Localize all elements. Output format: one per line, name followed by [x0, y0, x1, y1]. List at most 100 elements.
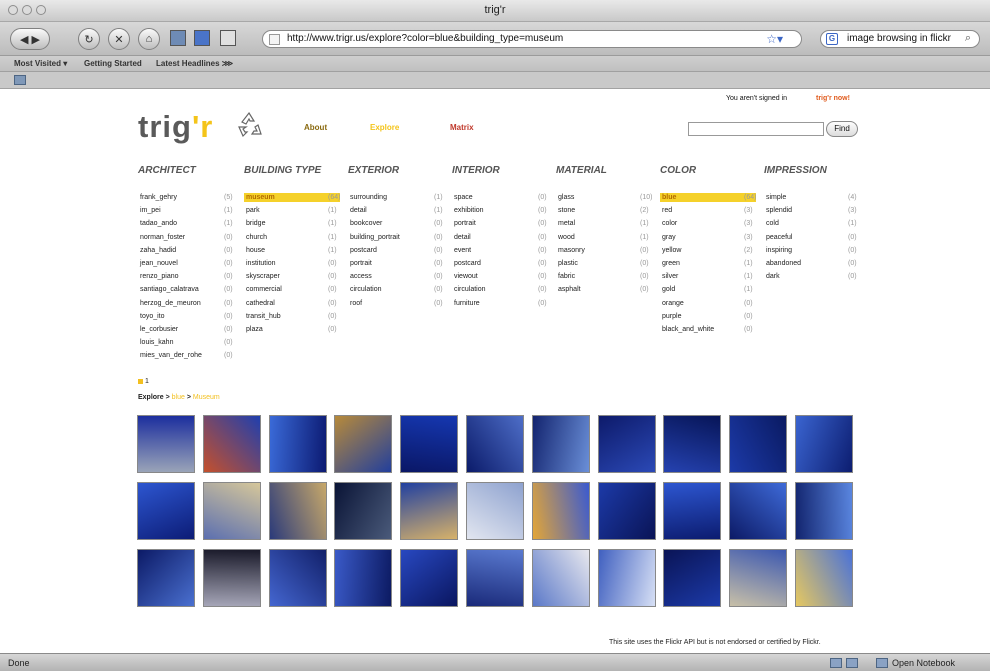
- photo-thumbnail[interactable]: [400, 415, 459, 473]
- facet-item[interactable]: cold (1): [764, 218, 862, 230]
- photo-thumbnail[interactable]: [202, 415, 261, 473]
- breadcrumb-type[interactable]: Museum: [193, 394, 220, 401]
- google-icon[interactable]: G: [826, 33, 838, 45]
- facet-item[interactable]: glass (10): [556, 192, 654, 204]
- find-input[interactable]: [688, 122, 824, 136]
- facet-item[interactable]: gray (3): [660, 232, 758, 244]
- photo-thumbnail[interactable]: [268, 549, 327, 607]
- photo-thumbnail[interactable]: [597, 482, 656, 540]
- facet-item[interactable]: abandoned (0): [764, 258, 862, 270]
- facet-item[interactable]: herzog_de_meuron (0): [138, 298, 238, 310]
- facet-item[interactable]: peaceful (0): [764, 232, 862, 244]
- facet-item[interactable]: cathedral (0): [244, 298, 342, 310]
- facet-item[interactable]: tadao_ando (1): [138, 218, 238, 230]
- status-addon-icon[interactable]: [830, 658, 842, 668]
- photo-thumbnail[interactable]: [466, 415, 524, 473]
- facet-item[interactable]: masonry (0): [556, 245, 654, 257]
- photo-thumbnail[interactable]: [531, 482, 590, 540]
- facet-item[interactable]: circulation (0): [348, 284, 448, 296]
- photo-thumbnail[interactable]: [334, 415, 393, 473]
- facet-item[interactable]: detail (0): [452, 232, 552, 244]
- facet-item[interactable]: frank_gehry (5): [138, 192, 238, 204]
- facet-item[interactable]: postcard (0): [452, 258, 552, 270]
- nav-matrix[interactable]: Matrix: [450, 123, 474, 132]
- photo-thumbnail[interactable]: [334, 549, 393, 607]
- breadcrumb-root[interactable]: Explore >: [138, 394, 172, 401]
- photo-thumbnail[interactable]: [729, 482, 788, 540]
- photo-thumbnail[interactable]: [531, 415, 590, 473]
- addon-icon[interactable]: [194, 30, 210, 46]
- tab-icon[interactable]: [14, 75, 26, 85]
- facet-item[interactable]: gold (1): [660, 284, 758, 296]
- facet-item[interactable]: orange (0): [660, 298, 758, 310]
- facet-item[interactable]: norman_foster (0): [138, 232, 238, 244]
- nav-explore[interactable]: Explore: [370, 123, 399, 132]
- facet-item[interactable]: portrait (0): [348, 258, 448, 270]
- facet-item[interactable]: splendid (3): [764, 205, 862, 217]
- search-field[interactable]: G image browsing in flickr ⌕: [820, 30, 980, 48]
- facet-item[interactable]: circulation (0): [452, 284, 552, 296]
- notebook-icon[interactable]: [876, 658, 888, 668]
- facet-item[interactable]: skyscraper (0): [244, 271, 342, 283]
- facet-item[interactable]: fabric (0): [556, 271, 654, 283]
- facet-item[interactable]: access (0): [348, 271, 448, 283]
- photo-thumbnail[interactable]: [202, 482, 261, 540]
- facet-item[interactable]: color (3): [660, 218, 758, 230]
- photo-thumbnail[interactable]: [795, 549, 853, 607]
- facet-item[interactable]: black_and_white (0): [660, 324, 758, 336]
- find-button[interactable]: Find: [826, 121, 858, 137]
- facet-item[interactable]: renzo_piano (0): [138, 271, 238, 283]
- facet-item[interactable]: wood (1): [556, 232, 654, 244]
- search-icon[interactable]: ⌕: [965, 32, 971, 45]
- back-forward-button[interactable]: ◀ ▶: [10, 28, 50, 50]
- stop-button[interactable]: ✕: [108, 28, 130, 50]
- photo-thumbnail[interactable]: [334, 482, 393, 540]
- facet-item[interactable]: commercial (0): [244, 284, 342, 296]
- nav-about[interactable]: About: [304, 123, 327, 132]
- facet-item[interactable]: transit_hub (0): [244, 311, 342, 323]
- bookmark-star-icon[interactable]: ☆▾: [766, 32, 783, 46]
- facet-item[interactable]: space (0): [452, 192, 552, 204]
- facet-item[interactable]: santiago_calatrava (0): [138, 284, 238, 296]
- photo-thumbnail[interactable]: [466, 482, 524, 540]
- facet-item[interactable]: simple (4): [764, 192, 862, 204]
- facet-item[interactable]: church (1): [244, 232, 342, 244]
- print-icon[interactable]: [220, 30, 236, 46]
- bookmark-most-visited[interactable]: Most Visited ▾: [14, 59, 67, 68]
- photo-thumbnail[interactable]: [466, 549, 524, 607]
- facet-item[interactable]: museum (64): [244, 192, 342, 204]
- home-button[interactable]: ⌂: [138, 28, 160, 50]
- facet-item[interactable]: inspiring (0): [764, 245, 862, 257]
- site-logo[interactable]: trig'r: [138, 109, 213, 145]
- photo-thumbnail[interactable]: [597, 549, 656, 607]
- reload-button[interactable]: ↻: [78, 28, 100, 50]
- facet-item[interactable]: surrounding (1): [348, 192, 448, 204]
- photo-thumbnail[interactable]: [137, 549, 195, 607]
- facet-item[interactable]: institution (0): [244, 258, 342, 270]
- facet-item[interactable]: silver (1): [660, 271, 758, 283]
- photo-thumbnail[interactable]: [795, 415, 853, 473]
- facet-item[interactable]: park (1): [244, 205, 342, 217]
- facet-item[interactable]: louis_kahn (0): [138, 337, 238, 349]
- addon-icon[interactable]: [170, 30, 186, 46]
- photo-thumbnail[interactable]: [663, 549, 722, 607]
- photo-thumbnail[interactable]: [795, 482, 853, 540]
- page-number[interactable]: 1: [145, 378, 149, 385]
- photo-thumbnail[interactable]: [597, 415, 656, 473]
- photo-thumbnail[interactable]: [137, 415, 195, 473]
- facet-item[interactable]: viewout (0): [452, 271, 552, 283]
- facet-item[interactable]: bookcover (0): [348, 218, 448, 230]
- facet-item[interactable]: dark (0): [764, 271, 862, 283]
- facet-item[interactable]: zaha_hadid (0): [138, 245, 238, 257]
- breadcrumb-color[interactable]: blue: [172, 394, 185, 401]
- address-bar[interactable]: http://www.trigr.us/explore?color=blue&b…: [262, 30, 802, 48]
- facet-item[interactable]: portrait (0): [452, 218, 552, 230]
- facet-item[interactable]: yellow (2): [660, 245, 758, 257]
- facet-item[interactable]: bridge (1): [244, 218, 342, 230]
- facet-item[interactable]: jean_nouvel (0): [138, 258, 238, 270]
- open-notebook-button[interactable]: Open Notebook: [892, 658, 955, 668]
- photo-thumbnail[interactable]: [400, 549, 459, 607]
- facet-item[interactable]: plastic (0): [556, 258, 654, 270]
- facet-item[interactable]: furniture (0): [452, 298, 552, 310]
- facet-item[interactable]: plaza (0): [244, 324, 342, 336]
